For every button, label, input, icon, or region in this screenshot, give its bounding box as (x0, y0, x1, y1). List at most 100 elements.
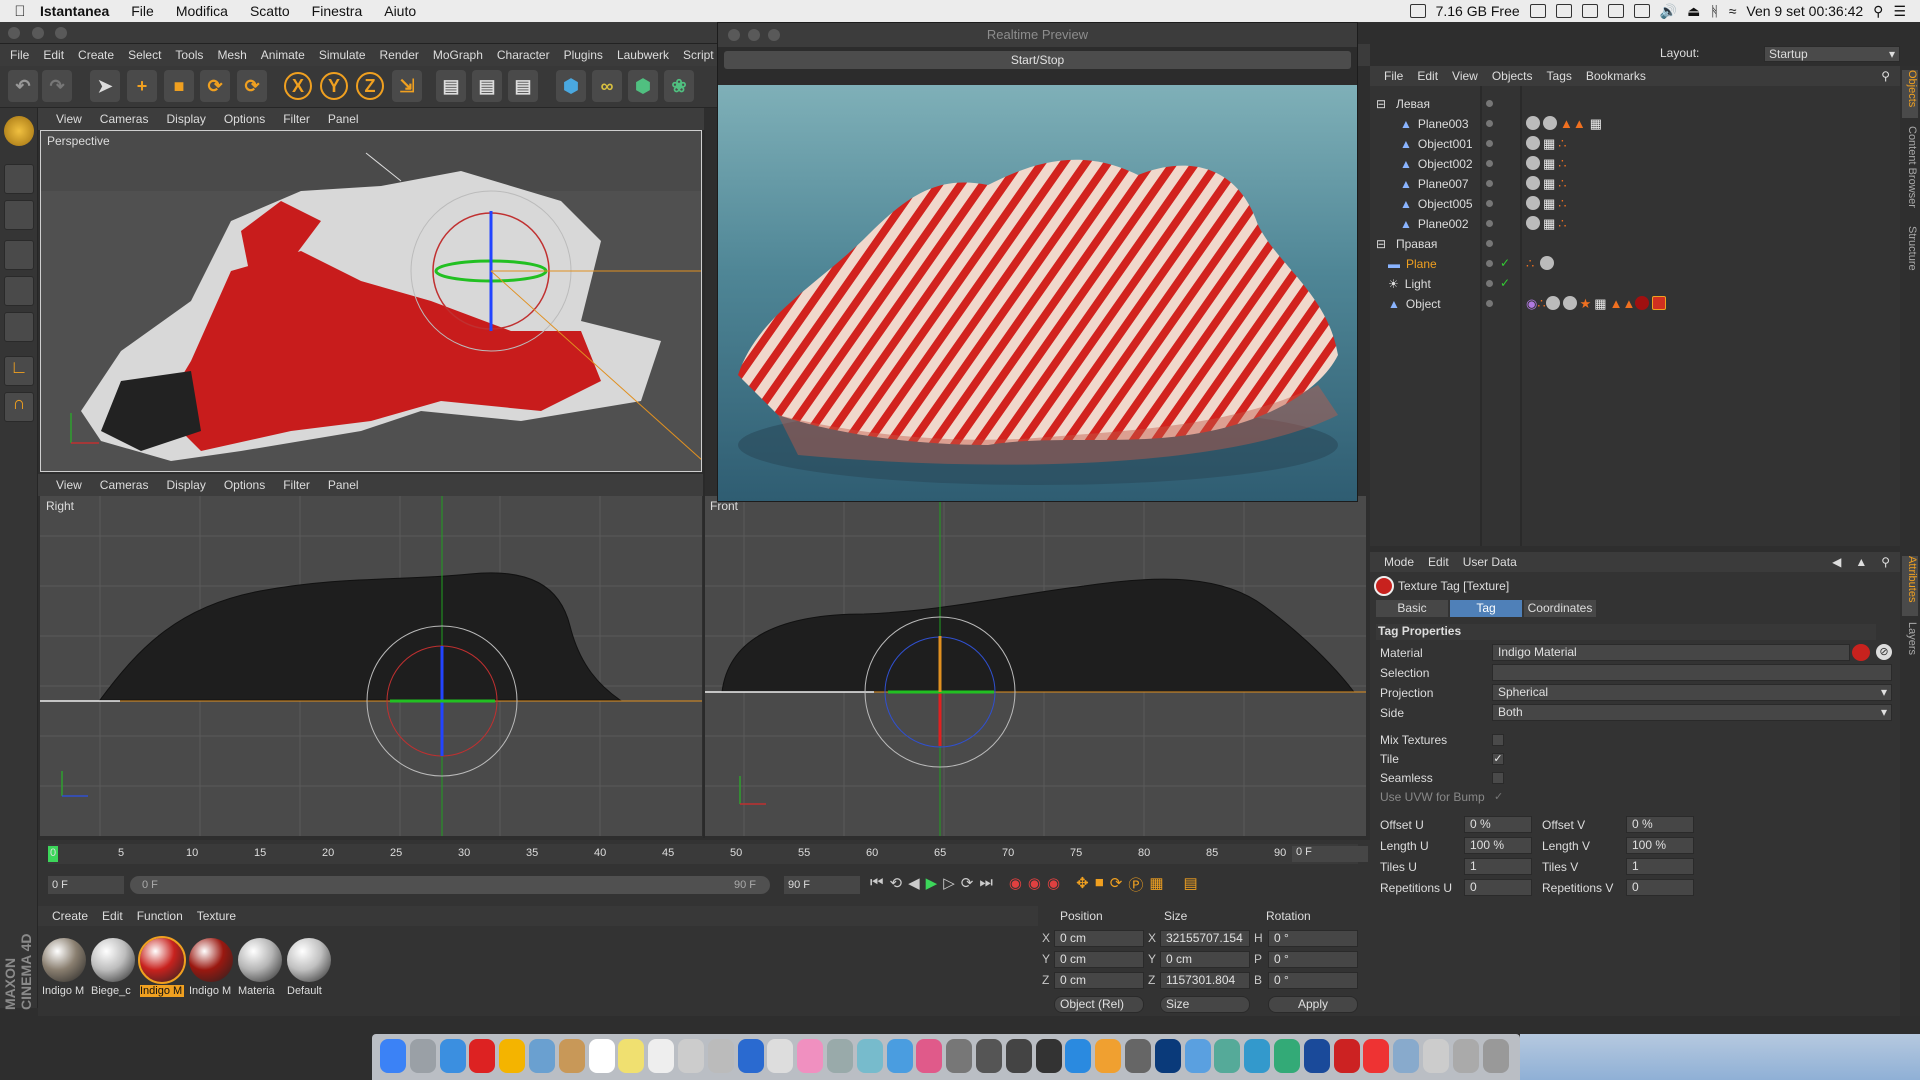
status-icon[interactable] (1529, 4, 1546, 18)
apply-button[interactable]: Apply (1268, 996, 1358, 1013)
projection-dropdown[interactable]: Spherical ▾ (1492, 684, 1892, 701)
search-icon[interactable]: ⚲ (1873, 3, 1883, 20)
material-tag-icon[interactable] (1545, 296, 1560, 310)
mac-menu-modifica[interactable]: Modifica (176, 3, 228, 19)
keyframe-selection-icon[interactable]: ◉ (1047, 874, 1060, 895)
dock-app-icon[interactable] (1065, 1039, 1092, 1073)
mac-menu-aiuto[interactable]: Aiuto (384, 3, 416, 19)
material-swatch[interactable] (91, 938, 135, 982)
mm-menu-edit[interactable]: Edit (102, 909, 123, 923)
start-frame-field[interactable]: 0 F (48, 876, 124, 894)
position-key-icon[interactable]: ✥ (1076, 874, 1089, 895)
minimize-window-icon[interactable] (748, 29, 760, 41)
dock-app-icon[interactable] (409, 1039, 436, 1073)
dock-app-icon[interactable] (1005, 1039, 1032, 1073)
close-window-icon[interactable] (8, 27, 20, 39)
dock-app-icon[interactable] (1274, 1039, 1300, 1073)
dock-app-icon[interactable] (1423, 1039, 1449, 1073)
eject-icon[interactable]: ⏏ (1687, 3, 1700, 20)
zoom-window-icon[interactable] (768, 29, 780, 41)
vp-menu-panel[interactable]: Panel (328, 112, 359, 126)
tab-basic[interactable]: Basic (1376, 600, 1448, 617)
phong-tag-icon[interactable]: ∴ (1537, 296, 1545, 312)
side-tab-objects[interactable]: Objects (1902, 70, 1918, 118)
material-link-field[interactable]: Indigo Material (1492, 644, 1850, 661)
vp-menu-filter[interactable]: Filter (283, 478, 310, 492)
mm-menu-texture[interactable]: Texture (197, 909, 236, 923)
disk-free-text[interactable]: 7.16 GB Free (1436, 3, 1520, 19)
tab-coordinates[interactable]: Coordinates (1524, 600, 1596, 617)
uvw-tag-icon[interactable]: ▦ (1543, 196, 1555, 212)
axis-mode-button[interactable]: ∟ (4, 356, 34, 386)
menu-create[interactable]: Create (78, 48, 114, 62)
clock-text[interactable]: Ven 9 set 00:36:42 (1746, 3, 1863, 19)
dock-app-icon[interactable] (529, 1039, 555, 1073)
dock-app-icon[interactable] (1184, 1039, 1211, 1073)
up-icon[interactable]: ▲ (1855, 555, 1867, 569)
size-mode-dropdown[interactable]: Size (1160, 996, 1250, 1013)
side-tab-layers[interactable]: Layers (1902, 622, 1918, 662)
dock-app-icon[interactable] (1244, 1039, 1271, 1073)
object-row-light[interactable]: ☀ Light (1388, 274, 1431, 294)
material-tag-icon[interactable] (1526, 216, 1540, 230)
visibility-dot[interactable] (1486, 300, 1493, 307)
tiles-u-field[interactable]: 1 (1464, 858, 1532, 875)
move-tool-button[interactable]: + (127, 70, 157, 102)
material-tag-icon[interactable] (1526, 196, 1540, 210)
material-preview-icon[interactable] (1852, 644, 1870, 661)
dock-app-icon[interactable] (1095, 1039, 1122, 1073)
vp-menu-filter[interactable]: Filter (283, 112, 310, 126)
front-viewport[interactable]: Front (704, 496, 1366, 836)
material-tag-icon[interactable] (1526, 176, 1540, 190)
material-swatch[interactable] (138, 936, 186, 984)
texture-tag-icon[interactable]: ◉ (1526, 296, 1537, 312)
points-mode-button[interactable] (4, 240, 34, 270)
rotation-p-field[interactable]: 0 ° (1268, 951, 1358, 968)
phong-tag-icon[interactable]: ★ (1580, 296, 1592, 312)
visibility-dot[interactable] (1486, 220, 1493, 227)
play-icon[interactable]: ▶ (926, 874, 938, 895)
uvw-tag-icon[interactable]: ▦ (1543, 216, 1555, 232)
phong-tag-icon[interactable]: ∴ (1526, 256, 1534, 272)
om-menu-bookmarks[interactable]: Bookmarks (1586, 69, 1646, 83)
size-x-field[interactable]: 32155707.154 (1160, 930, 1250, 947)
check-icon[interactable]: ✓ (1500, 276, 1510, 290)
am-menu-edit[interactable]: Edit (1428, 555, 1449, 569)
offset-u-field[interactable]: 0 % (1464, 816, 1532, 833)
menu-script[interactable]: Script (683, 48, 714, 62)
object-row-levaya[interactable]: ⊟ Левая (1376, 94, 1430, 114)
render-picture-viewer-button[interactable]: ▤ (472, 70, 502, 102)
menu-animate[interactable]: Animate (261, 48, 305, 62)
status-icon[interactable] (1555, 4, 1572, 18)
subdivision-button[interactable]: ⬢ (628, 70, 658, 102)
material-tag-icon[interactable] (1526, 136, 1540, 150)
dock-app-icon[interactable] (1393, 1039, 1420, 1073)
dock-app-icon[interactable] (1333, 1039, 1360, 1073)
spline-button[interactable]: ∞ (592, 70, 622, 102)
array-button[interactable]: ❀ (664, 70, 694, 102)
mix-textures-checkbox[interactable] (1492, 734, 1504, 746)
dock-app-icon[interactable] (1303, 1039, 1330, 1073)
uvw-tag-icon[interactable]: ▦ (1590, 116, 1602, 132)
volume-icon[interactable]: 🔊 (1660, 3, 1677, 20)
length-v-field[interactable]: 100 % (1626, 837, 1694, 854)
go-to-end-icon[interactable]: ⏭ (979, 874, 993, 895)
menu-render[interactable]: Render (380, 48, 419, 62)
notification-center-icon[interactable]: ☰ (1893, 3, 1906, 20)
vp-menu-display[interactable]: Display (166, 112, 205, 126)
menu-tools[interactable]: Tools (175, 48, 203, 62)
menu-laubwerk[interactable]: Laubwerk (617, 48, 669, 62)
om-menu-tags[interactable]: Tags (1547, 69, 1572, 83)
menu-mograph[interactable]: MoGraph (433, 48, 483, 62)
position-y-field[interactable]: 0 cm (1054, 951, 1144, 968)
offset-v-field[interactable]: 0 % (1626, 816, 1694, 833)
material-tag-icon[interactable] (1526, 156, 1540, 170)
material-tag-icon[interactable] (1562, 296, 1577, 310)
phong-tag-icon[interactable]: ∴ (1558, 156, 1566, 172)
recent-tool-button[interactable]: ⟳ (237, 70, 267, 102)
repetitions-v-field[interactable]: 0 (1626, 879, 1694, 896)
rotation-key-icon[interactable]: ⟳ (1110, 874, 1123, 895)
coordinate-system-button[interactable]: ⇲ (392, 70, 422, 102)
length-u-field[interactable]: 100 % (1464, 837, 1532, 854)
zoom-window-icon[interactable] (55, 27, 68, 39)
